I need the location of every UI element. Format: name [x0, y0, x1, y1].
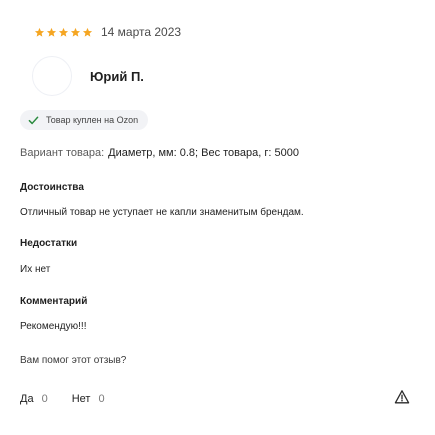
variant-value: Диаметр, мм: 0.8; Вес товара, г: 5000	[108, 147, 299, 159]
verified-purchase-badge: Товар куплен на Ozon	[20, 110, 149, 130]
vote-yes-button[interactable]: Да 0	[20, 393, 48, 405]
vote-row: Да 0 Нет 0	[20, 390, 129, 408]
cons-title: Недостатки	[20, 238, 78, 249]
avatar	[32, 56, 72, 96]
star-rating	[34, 27, 93, 38]
star-icon	[34, 27, 45, 38]
vote-yes-label: Да	[20, 393, 34, 405]
rating-row: 14 марта 2023	[34, 24, 181, 40]
star-icon	[58, 27, 69, 38]
pros-title: Достоинства	[20, 182, 84, 193]
vote-no-button[interactable]: Нет 0	[72, 393, 105, 405]
report-icon[interactable]	[394, 389, 410, 405]
review-date: 14 марта 2023	[101, 25, 182, 39]
product-variant: Вариант товара: Диаметр, мм: 0.8; Вес тов…	[20, 147, 299, 159]
verified-purchase-text: Товар куплен на Ozon	[46, 115, 139, 125]
author-name: Юрий П.	[90, 68, 144, 84]
variant-label: Вариант товара:	[20, 147, 105, 159]
comment-text: Рекомендую!!!	[20, 321, 87, 332]
comment-title: Комментарий	[20, 296, 88, 307]
vote-no-label: Нет	[71, 393, 91, 405]
vote-no-count: 0	[98, 393, 105, 405]
star-icon	[82, 27, 93, 38]
author-row: Юрий П.	[32, 56, 144, 96]
helpful-question: Вам помог этот отзыв?	[20, 355, 127, 366]
cons-text: Их нет	[20, 264, 51, 275]
star-icon	[46, 27, 57, 38]
check-icon	[28, 115, 39, 126]
vote-yes-count: 0	[41, 393, 48, 405]
pros-text: Отличный товар не уступает не капли знам…	[20, 207, 304, 218]
star-icon	[70, 27, 81, 38]
